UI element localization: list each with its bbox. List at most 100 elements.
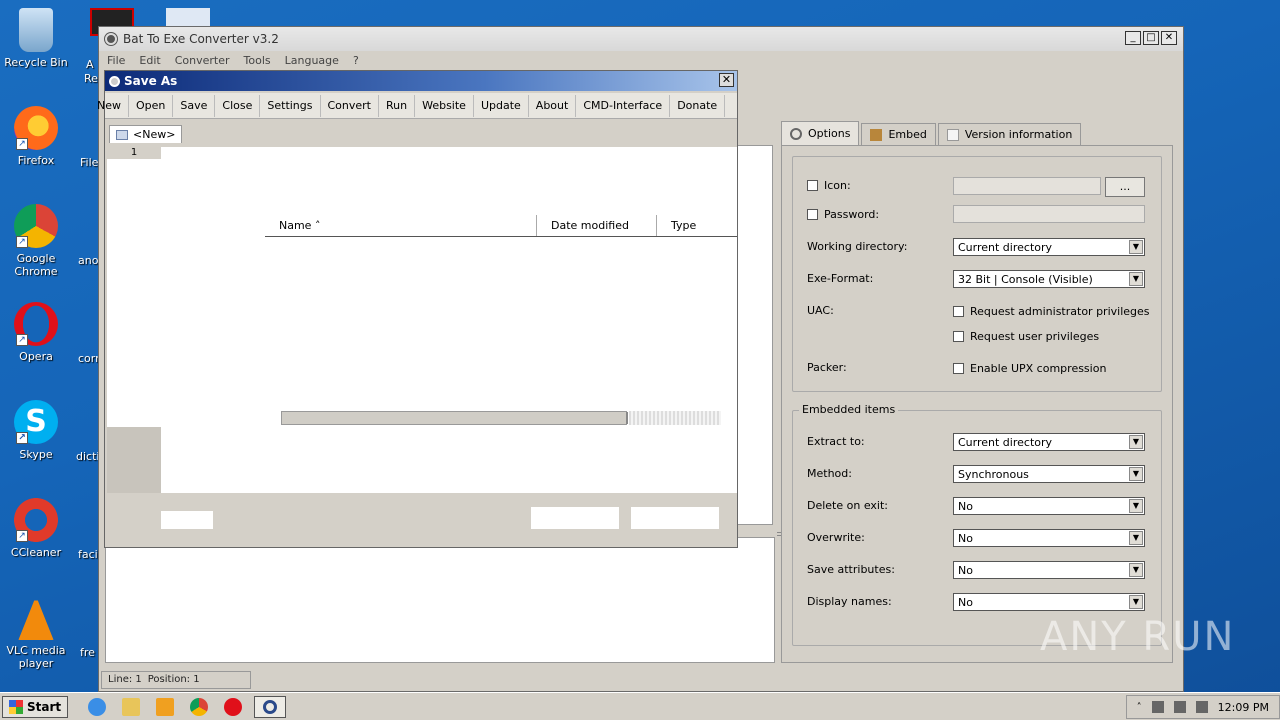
document-tab[interactable]: <New> [109, 125, 183, 143]
toolbar-close-button[interactable]: Close [215, 94, 261, 117]
toolbar-save-button[interactable]: Save [173, 94, 216, 117]
desktop-icon-label: Firefox [17, 154, 55, 167]
toolbar-update-button[interactable]: Update [474, 94, 529, 117]
upx-checkbox[interactable] [953, 363, 964, 374]
start-button[interactable]: Start [2, 695, 69, 718]
overwrite-select[interactable]: No ▼ [953, 529, 1145, 547]
embedded-items-group: Embedded items Extract to: Current direc… [792, 403, 1162, 646]
column-name[interactable]: Name ˄ [265, 215, 537, 236]
filename-field[interactable] [161, 511, 213, 529]
extract-select[interactable]: Current directory ▼ [953, 433, 1145, 451]
scrollbar-thumb[interactable] [282, 412, 628, 424]
toolbar-open-button[interactable]: Open [129, 94, 174, 117]
chevron-down-icon: ▼ [1129, 435, 1143, 449]
column-name-label: Name [279, 219, 312, 232]
document-tab-label: <New> [133, 128, 176, 141]
dialog-title-bar[interactable]: Save As [105, 71, 737, 91]
icon-checkbox[interactable] [807, 180, 818, 191]
chevron-down-icon: ▼ [1129, 563, 1143, 577]
bat-to-exe-taskbar-button[interactable] [254, 695, 287, 718]
working-dir-value: Current directory [958, 241, 1053, 254]
network-icon[interactable] [1173, 701, 1186, 713]
flag-icon[interactable] [1195, 701, 1208, 713]
desktop-icon-vlc[interactable]: VLC media player [0, 596, 72, 670]
cancel-button[interactable] [631, 507, 719, 529]
toolbar-convert-button[interactable]: Convert [321, 94, 379, 117]
upx-row: Enable UPX compression [953, 362, 1106, 375]
desktop-icon-ccleaner[interactable]: ↗ CCleaner [0, 498, 72, 559]
save-button[interactable] [531, 507, 619, 529]
options-panel: Icon: ... Password: Working directory: C… [781, 145, 1173, 663]
volume-icon[interactable] [1151, 701, 1164, 713]
clock[interactable]: 12:09 PM [1218, 701, 1269, 714]
method-select[interactable]: Synchronous ▼ [953, 465, 1145, 483]
close-button[interactable]: ✕ [1161, 31, 1177, 45]
desktop-icon-recycle-bin[interactable]: Recycle Bin [0, 8, 72, 69]
internet-explorer-icon[interactable] [88, 697, 107, 716]
menu-language[interactable]: Language [285, 54, 339, 67]
save-attr-label: Save attributes: [807, 563, 895, 576]
desktop-icon-label: CCleaner [10, 546, 62, 559]
main-title-bar[interactable]: Bat To Exe Converter v3.2 [99, 27, 1183, 51]
chevron-up-icon[interactable]: ˄ [1137, 702, 1142, 713]
document-icon[interactable] [166, 8, 210, 28]
menu-help[interactable]: ? [353, 54, 359, 67]
options-tabs: Options Embed Version information [781, 121, 1083, 145]
exe-format-value: 32 Bit | Console (Visible) [958, 273, 1093, 286]
toolbar-donate-button[interactable]: Donate [670, 94, 726, 117]
line-number: 1 [107, 147, 161, 159]
uac-user-checkbox[interactable] [953, 331, 964, 342]
password-checkbox[interactable] [807, 209, 818, 220]
desktop-icon-chrome[interactable]: ↗ Google Chrome [0, 204, 72, 278]
file-list-area[interactable]: 1 Name ˄ Date modified Type [107, 147, 737, 493]
menu-tools[interactable]: Tools [244, 54, 271, 67]
package-icon [870, 128, 883, 141]
opera-icon[interactable] [224, 697, 243, 716]
icon-path-field[interactable] [953, 177, 1101, 195]
column-date-modified[interactable]: Date modified [537, 215, 657, 236]
chevron-down-icon: ▼ [1129, 595, 1143, 609]
working-dir-select[interactable]: Current directory ▼ [953, 238, 1145, 256]
media-player-icon[interactable] [156, 697, 175, 716]
tab-version-information[interactable]: Version information [937, 123, 1082, 145]
toolbar-cmd-interface-button[interactable]: CMD-Interface [576, 94, 671, 117]
toolbar-new-button[interactable]: New [97, 94, 129, 117]
desktop-icon-opera[interactable]: ↗ Opera [0, 302, 72, 363]
dialog-close-button[interactable]: ✕ [719, 73, 734, 87]
uac-admin-checkbox[interactable] [953, 306, 964, 317]
desktop-icon-firefox[interactable]: ↗ Firefox [0, 106, 72, 167]
system-tray: ˄ 12:09 PM [1125, 695, 1280, 719]
minimize-button[interactable]: _ [1125, 31, 1141, 45]
password-field[interactable] [953, 205, 1145, 223]
toolbar-settings-button[interactable]: Settings [260, 94, 321, 117]
desktop-icon-skype[interactable]: S ↗ Skype [0, 400, 72, 461]
maximize-button[interactable]: □ [1143, 31, 1159, 45]
password-label: Password: [824, 208, 880, 221]
window-controls: _ □ ✕ [1125, 31, 1177, 45]
toolbar-run-button[interactable]: Run [379, 94, 416, 117]
icon-browse-button[interactable]: ... [1105, 177, 1145, 197]
partial-desktop-label: ano [78, 254, 99, 267]
menu-converter[interactable]: Converter [175, 54, 230, 67]
start-label: Start [27, 699, 62, 714]
folder-icon[interactable] [122, 697, 141, 716]
horizontal-scrollbar[interactable] [281, 411, 628, 425]
save-attr-select[interactable]: No ▼ [953, 561, 1145, 579]
exe-format-select[interactable]: 32 Bit | Console (Visible) ▼ [953, 270, 1145, 288]
toolbar: New Open Save Close Settings Convert Run… [97, 93, 737, 119]
opera-icon: ↗ [14, 302, 58, 346]
tab-options[interactable]: Options [781, 121, 860, 145]
tab-embed[interactable]: Embed [861, 123, 936, 145]
toolbar-about-button[interactable]: About [529, 94, 577, 117]
scrollbar-track [629, 411, 721, 425]
desktop-icon-label: Google Chrome [14, 252, 58, 278]
toolbar-website-button[interactable]: Website [415, 94, 474, 117]
delete-select[interactable]: No ▼ [953, 497, 1145, 515]
menu-edit[interactable]: Edit [139, 54, 160, 67]
column-type[interactable]: Type [657, 215, 737, 236]
chrome-icon: ↗ [14, 204, 58, 248]
chrome-icon[interactable] [190, 697, 209, 716]
output-area[interactable] [105, 537, 775, 663]
display-names-select[interactable]: No ▼ [953, 593, 1145, 611]
menu-file[interactable]: File [107, 54, 125, 67]
